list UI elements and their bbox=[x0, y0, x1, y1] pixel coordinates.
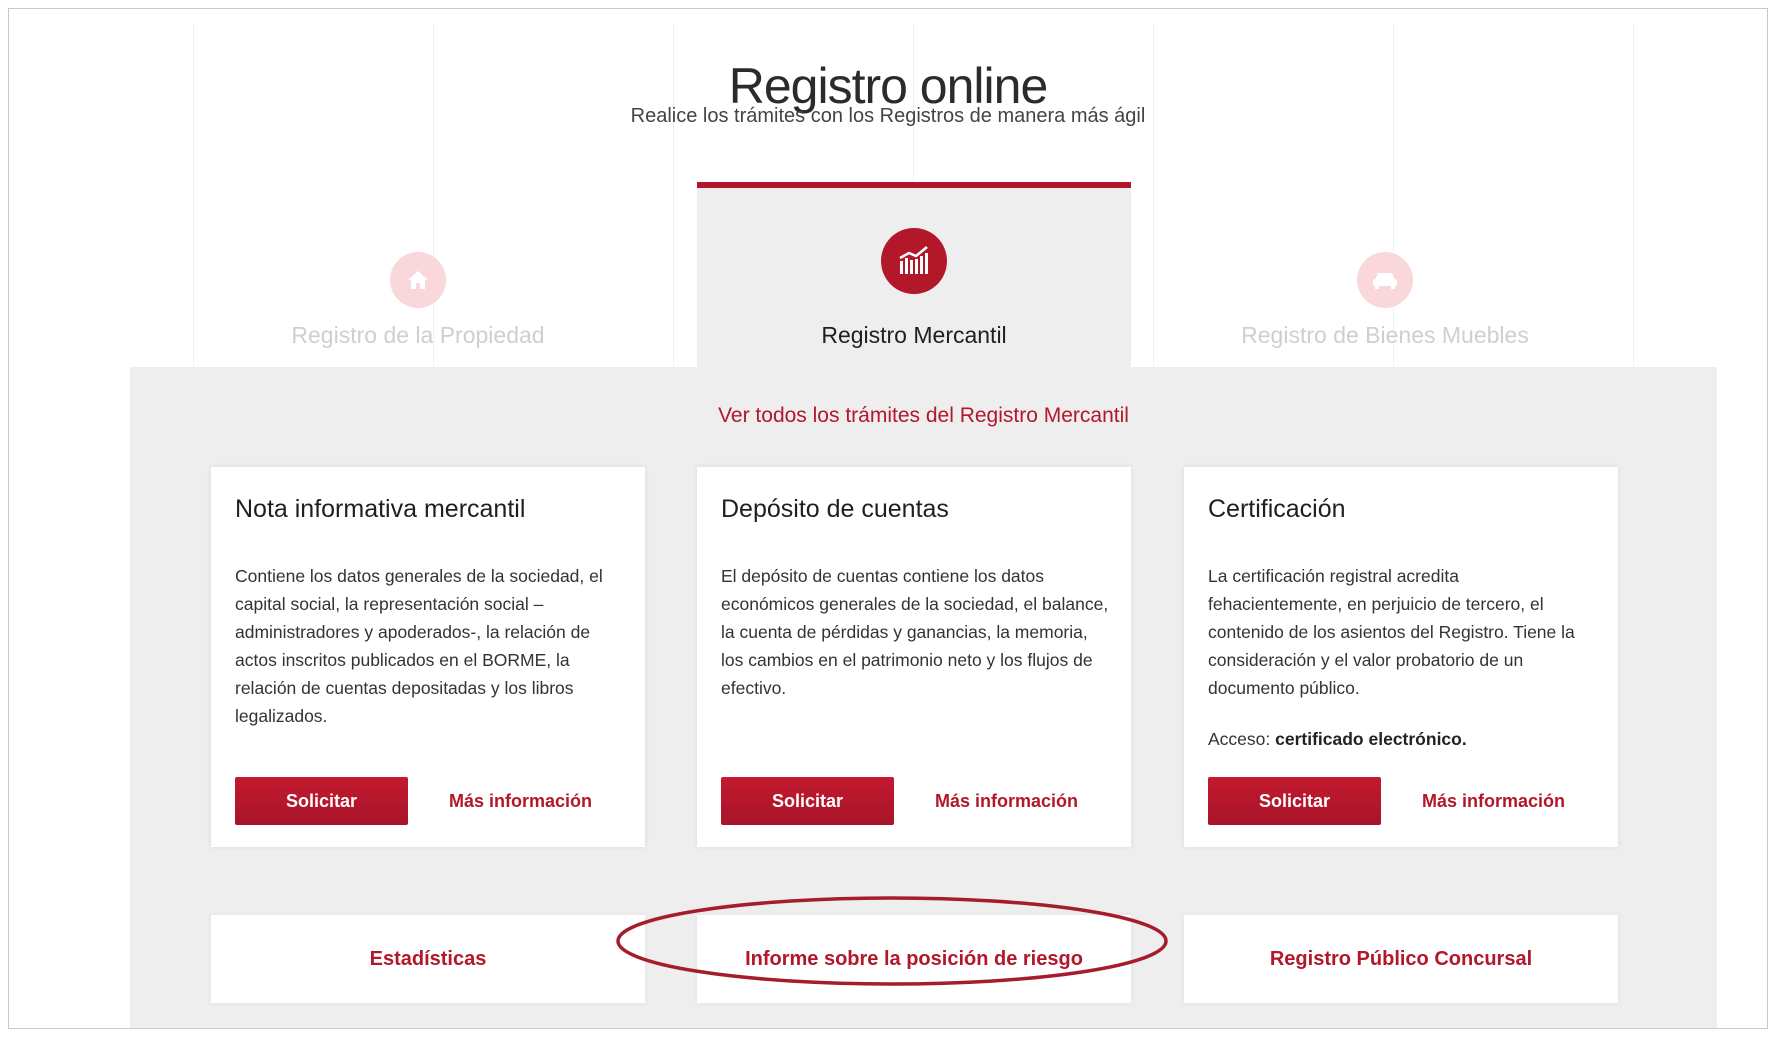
access-info: Acceso: certificado electrónico. bbox=[1208, 729, 1467, 750]
house-icon bbox=[390, 252, 446, 308]
solicitar-button[interactable]: Solicitar bbox=[721, 777, 894, 825]
solicitar-button[interactable]: Solicitar bbox=[1208, 777, 1381, 825]
access-label: Acceso: bbox=[1208, 729, 1271, 749]
car-icon bbox=[1357, 252, 1413, 308]
chart-icon bbox=[881, 228, 947, 294]
access-value: certificado electrónico. bbox=[1275, 729, 1467, 749]
tab-label: Registro Mercantil bbox=[821, 322, 1007, 348]
tab-registro-bienes-muebles[interactable]: Registro de Bienes Muebles bbox=[1168, 182, 1602, 367]
registro-concursal-card[interactable]: Registro Público Concursal bbox=[1184, 915, 1618, 1003]
page-subtitle: Realice los trámites con los Registros d… bbox=[630, 105, 1146, 127]
estadisticas-card[interactable]: Estadísticas bbox=[211, 915, 645, 1003]
card-deposito-cuentas: Depósito de cuentas El depósito de cuent… bbox=[697, 467, 1131, 847]
tab-registro-mercantil[interactable]: Registro Mercantil bbox=[697, 182, 1131, 367]
solicitar-button[interactable]: Solicitar bbox=[235, 777, 408, 825]
tab-registro-propiedad[interactable]: Registro de la Propiedad bbox=[201, 182, 635, 367]
page-frame: Registro online Realice los trámites con… bbox=[8, 8, 1768, 1029]
mas-informacion-link[interactable]: Más información bbox=[935, 791, 1078, 812]
card-title: Nota informativa mercantil bbox=[235, 495, 526, 523]
registro-concursal-link[interactable]: Registro Público Concursal bbox=[1184, 915, 1618, 1003]
card-certificacion: Certificación La certificación registral… bbox=[1184, 467, 1618, 847]
card-description: Contiene los datos generales de la socie… bbox=[235, 566, 603, 726]
view-all-tramites-link[interactable]: Ver todos los trámites del Registro Merc… bbox=[130, 404, 1717, 428]
highlight-ellipse bbox=[616, 896, 1168, 986]
card-description: La certificación registral acredita feha… bbox=[1208, 566, 1575, 698]
card-nota-informativa: Nota informativa mercantil Contiene los … bbox=[211, 467, 645, 847]
card-title: Depósito de cuentas bbox=[721, 495, 949, 523]
tab-label: Registro de la Propiedad bbox=[291, 322, 545, 348]
estadisticas-link[interactable]: Estadísticas bbox=[211, 915, 645, 1003]
mas-informacion-link[interactable]: Más información bbox=[449, 791, 592, 812]
card-title: Certificación bbox=[1208, 495, 1346, 523]
mas-informacion-link[interactable]: Más información bbox=[1422, 791, 1565, 812]
card-description: El depósito de cuentas contiene los dato… bbox=[721, 566, 1109, 698]
tab-label: Registro de Bienes Muebles bbox=[1241, 322, 1529, 348]
